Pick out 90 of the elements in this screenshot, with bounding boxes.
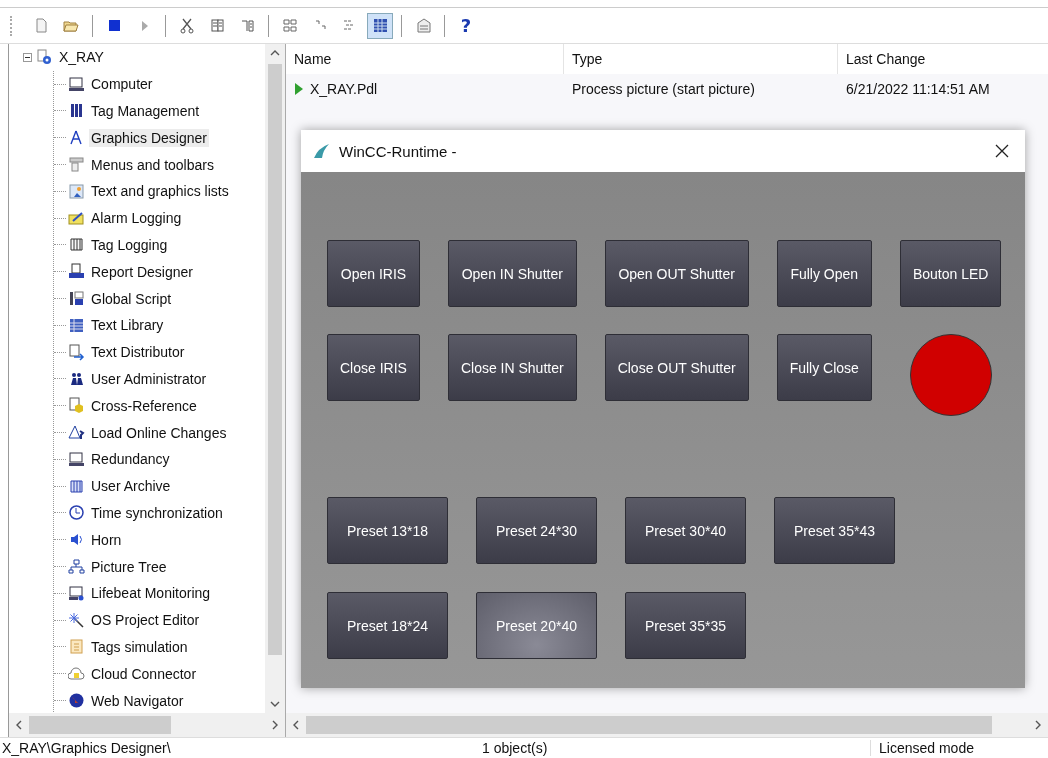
control-button[interactable]: Open IN Shutter (447, 240, 577, 307)
scroll-down-icon[interactable] (270, 700, 280, 708)
document-arrow-icon (68, 343, 85, 361)
monitor-icon (68, 584, 85, 602)
status-text: X_RAY\Graphics Designer\ (1, 740, 172, 756)
control-button[interactable]: Close OUT Shutter (604, 334, 749, 401)
columns-icon (68, 236, 85, 254)
preset-button[interactable]: Preset 20*40 (476, 592, 597, 659)
monitor-icon (68, 75, 85, 93)
preset-button[interactable]: Preset 13*18 (327, 497, 448, 564)
tree-item[interactable]: Redundancy (89, 450, 172, 469)
column-header[interactable]: Name (286, 44, 564, 74)
preset-button[interactable]: Preset 24*30 (476, 497, 597, 564)
tree-item[interactable]: Menus and toolbars (89, 155, 216, 174)
tree-item[interactable]: Web Navigator (89, 691, 186, 710)
control-button[interactable]: Fully Open (776, 240, 872, 307)
vertical-scrollbar[interactable] (265, 44, 285, 713)
tree-item[interactable]: Alarm Logging (89, 209, 184, 228)
envelope-icon (68, 209, 85, 227)
table-cell-text: Process picture (start picture) (571, 81, 756, 97)
tree-item[interactable]: Tags simulation (89, 637, 190, 656)
tree-item[interactable]: Cloud Connector (89, 664, 199, 683)
tree-item[interactable]: Picture Tree (89, 557, 169, 576)
window-title: WinCC-Runtime - (339, 142, 458, 160)
control-button[interactable]: Bouton LED (899, 240, 1002, 307)
tree-item[interactable]: Report Designer (89, 262, 195, 281)
compass-icon (68, 129, 85, 147)
tree-item[interactable]: Horn (89, 530, 124, 549)
project-gear-icon (36, 48, 53, 66)
tree-item[interactable]: Text Distributor (89, 343, 187, 362)
horizontal-scrollbar[interactable] (9, 713, 285, 737)
document-cube-icon (68, 397, 85, 415)
tree-item[interactable]: Load Online Changes (89, 423, 229, 442)
preset-button[interactable]: Preset 18*24 (327, 592, 448, 659)
close-icon[interactable] (995, 144, 1009, 158)
tree-item[interactable]: Computer (89, 75, 155, 94)
scroll-left-icon[interactable] (15, 720, 23, 730)
tree-item[interactable]: Graphics Designer (89, 128, 209, 147)
status-text: Licensed mode (870, 740, 974, 756)
columns-icon (68, 477, 85, 495)
tree-item[interactable]: Text and graphics lists (89, 182, 231, 201)
preset-button[interactable]: Preset 35*35 (625, 592, 746, 659)
hierarchy-icon (68, 558, 85, 576)
clipboard-icon (68, 638, 85, 656)
tree-item[interactable]: Time synchronization (89, 503, 225, 522)
monitor-icon (68, 450, 85, 468)
scroll-left-icon[interactable] (292, 720, 300, 730)
details-icon[interactable] (367, 12, 393, 39)
scroll-up-icon[interactable] (270, 49, 280, 57)
control-button[interactable]: Open OUT Shutter (604, 240, 749, 307)
menu-bar-icon (68, 156, 85, 174)
tree-item[interactable]: Tag Logging (89, 235, 170, 254)
column-header[interactable]: Last Change (838, 44, 1048, 74)
control-button[interactable]: Fully Close (776, 334, 872, 401)
cloud-lock-icon (68, 665, 85, 683)
tree-item[interactable]: Tag Management (89, 102, 202, 120)
preset-button[interactable]: Preset 35*43 (774, 497, 895, 564)
collapse-toggle[interactable] (23, 52, 32, 62)
help-button[interactable]: ? (453, 12, 479, 39)
scroll-right-icon[interactable] (1034, 720, 1042, 730)
grid-icon (68, 316, 85, 334)
app-logo-icon (313, 143, 331, 159)
tree-item[interactable]: Global Script (89, 289, 174, 308)
column-header[interactable]: Type (564, 44, 838, 74)
people-icon (68, 370, 85, 388)
control-button[interactable]: Open IRIS (327, 240, 420, 307)
table-cell-text: 6/21/2022 11:14:51 AM (845, 81, 991, 97)
bars-icon (68, 102, 85, 120)
tree-item[interactable]: Lifebeat Monitoring (89, 584, 213, 603)
clock-icon (68, 504, 85, 522)
horizontal-scrollbar[interactable] (286, 713, 1048, 737)
tree-item[interactable]: User Archive (89, 477, 173, 496)
tree-item[interactable]: Text Library (89, 316, 166, 335)
globe-icon (68, 692, 85, 709)
tree-item[interactable]: OS Project Editor (89, 611, 202, 630)
control-button[interactable]: Close IN Shutter (447, 334, 577, 401)
control-button[interactable]: Close IRIS (327, 334, 420, 401)
tree-item[interactable]: Cross-Reference (89, 396, 199, 415)
triangle-wrench-icon (68, 424, 85, 442)
scroll-right-icon[interactable] (271, 720, 279, 730)
printer-icon (68, 263, 85, 281)
table-cell: X_RAY.Pdl (310, 81, 378, 97)
preset-button[interactable]: Preset 30*40 (625, 497, 746, 564)
tree-item[interactable]: X_RAY (57, 48, 106, 67)
play-icon (294, 82, 304, 96)
tree-item[interactable]: User Administrator (89, 369, 209, 388)
script-icon (68, 290, 85, 308)
image-list-icon (68, 182, 85, 200)
status-text: 1 object(s) (481, 740, 549, 756)
wand-icon (68, 611, 85, 629)
